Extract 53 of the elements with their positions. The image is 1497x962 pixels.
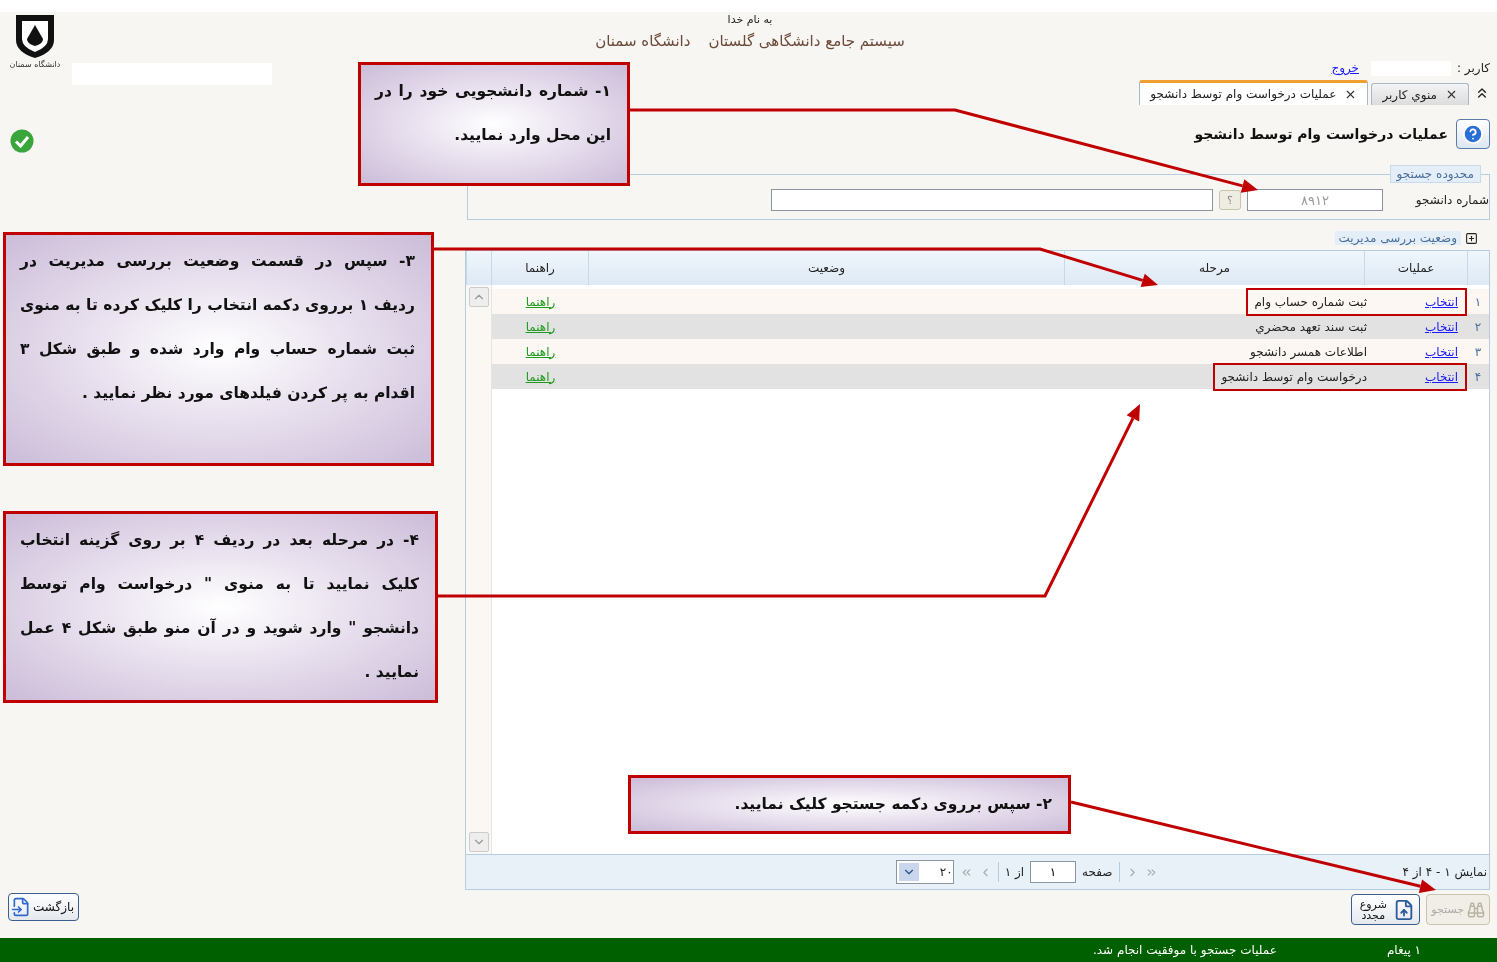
status-message: عملیات جستجو با موفقیت انجام شد. xyxy=(1092,943,1277,957)
row-number: ۱ xyxy=(1473,294,1483,309)
table-cell: ثبت سند تعهد محضري xyxy=(1255,319,1367,334)
select-link[interactable]: انتخاب xyxy=(1367,319,1458,334)
row-number: ۴ xyxy=(1473,369,1483,384)
system-name: سیستم جامع دانشگاهی گلستان xyxy=(708,32,905,50)
logout-link[interactable]: خروج xyxy=(1331,61,1359,75)
expand-icon[interactable] xyxy=(1465,231,1478,245)
select-link[interactable]: انتخاب xyxy=(1367,294,1458,309)
university-name: دانشگاه سمنان xyxy=(595,32,691,50)
page-label: صفحه xyxy=(1082,865,1113,879)
instruction-callout: ۴- در مرحله بعد در ردیف ۴ بر روی گزینه انتخاب کلیک نمایید تا به منوی " درخواست وام توسط دانشجو " وارد شوید و در آن منو طبق شکل ۴ عمل نمایید . xyxy=(3,511,438,703)
select-link[interactable]: انتخاب xyxy=(1367,344,1458,359)
search-legend: محدوده جستجو xyxy=(1389,165,1481,183)
field-label: شماره دانشجو xyxy=(1414,193,1489,207)
select-link[interactable]: انتخاب xyxy=(1367,369,1458,384)
tab[interactable]: منوي کاربر xyxy=(1371,83,1469,105)
pager-summary: نمایش ۱ - ۴ از ۴ xyxy=(1402,865,1487,879)
table-cell: درخواست وام توسط دانشجو xyxy=(1221,369,1367,384)
back-button[interactable]: بازگشت xyxy=(8,893,79,921)
column-header: راهنما xyxy=(525,261,555,275)
page-size-select[interactable]: ۲۰ xyxy=(895,860,954,884)
instruction-callout: ۱- شماره دانشجویی خود را در این محل وارد نمایید. xyxy=(358,62,630,186)
reset-button[interactable]: شروع مجدد xyxy=(1351,894,1421,925)
binoculars-icon xyxy=(1467,900,1485,919)
logo-caption: دانشگاه سمنان xyxy=(9,60,61,69)
page-count: از ۱ xyxy=(1004,865,1025,879)
user-label: کاربر : xyxy=(1457,61,1490,75)
tab[interactable]: عملیات درخواست وام توسط دانشجو xyxy=(1139,80,1369,105)
page-title: عملیات درخواست وام توسط دانشجو xyxy=(1194,126,1448,142)
document-arrow-icon xyxy=(11,897,31,917)
message-count: ۱ پیغام xyxy=(1386,943,1421,957)
close-icon[interactable] xyxy=(1445,88,1458,101)
instruction-callout: ۳- سپس در قسمت وضعیت بررسی مدیریت در ردیف ۱ برروی دکمه انتخاب را کلیک کرده تا به منوی ثبت شماره حساب وام وارد شده و طبق شکل ۳ اقدام به پر کردن فیلدهای مورد نظر نمایید . xyxy=(3,232,434,466)
help-icon xyxy=(1462,123,1484,145)
check-icon xyxy=(10,129,34,153)
row-number: ۲ xyxy=(1473,319,1483,334)
help-button[interactable] xyxy=(1456,119,1490,149)
column-header: مرحله xyxy=(1199,261,1230,275)
row-number: ۳ xyxy=(1473,344,1483,359)
greeting-text: به نام خدا xyxy=(727,13,773,26)
page-field[interactable]: ۱ xyxy=(1030,861,1077,883)
guide-link[interactable]: راهنما xyxy=(492,344,589,359)
student-number-field[interactable]: ۸۹۱۲ xyxy=(1247,189,1383,211)
table-cell: ثبت شماره حساب وام xyxy=(1254,294,1367,309)
column-header: وضعیت xyxy=(807,261,846,275)
instruction-callout: ۲- سپس برروی دکمه جستجو کلیک نمایید. xyxy=(628,775,1071,834)
table-cell: اطلاعات همسر دانشجو xyxy=(1249,344,1367,359)
guide-link[interactable]: راهنما xyxy=(492,294,589,309)
column-header: عملیات xyxy=(1397,261,1435,275)
section-header[interactable]: وضعیت بررسی مدیریت xyxy=(1334,231,1461,245)
student-name-field[interactable] xyxy=(771,189,1213,211)
scrollbar[interactable] xyxy=(466,285,492,854)
